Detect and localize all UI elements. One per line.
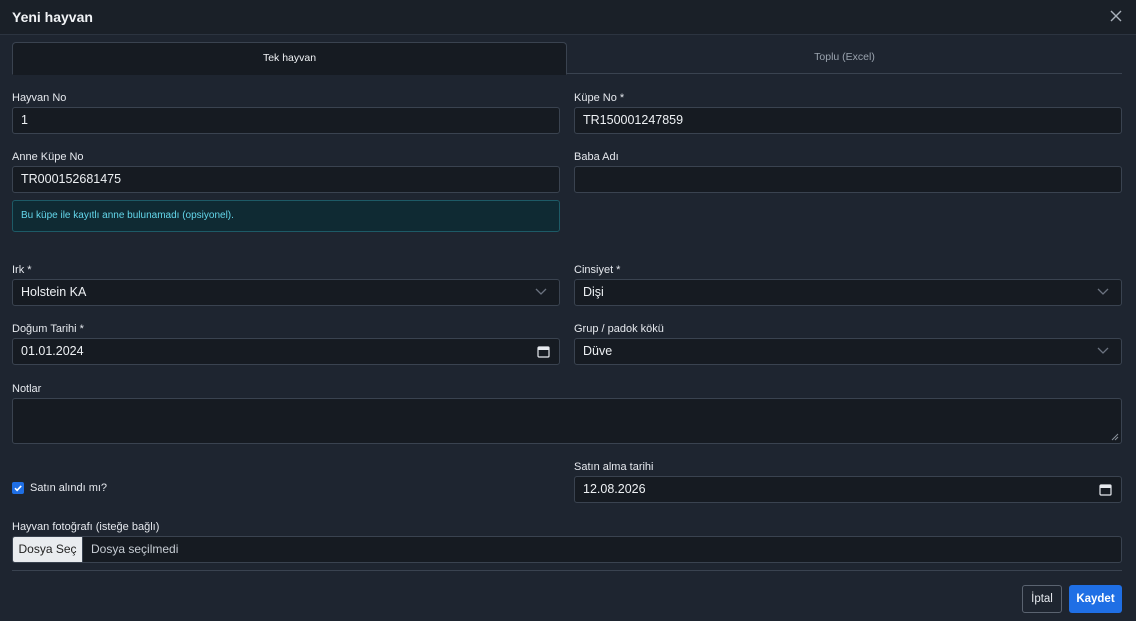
irk-label: Irk * [12,264,32,276]
satin-alindi-label[interactable]: Satın alındı mı? [30,482,107,494]
foto-file-input[interactable]: Dosya Seç Dosya seçilmedi [12,536,1122,563]
satin-alindi-checkbox[interactable] [12,482,24,494]
dogum-tarihi-value: 01.01.2024 [21,344,84,358]
hayvan-no-label: Hayvan No [12,92,67,104]
irk-select[interactable]: Holstein KA [12,279,560,306]
irk-select-value: Holstein KA [21,285,87,299]
baba-adi-input[interactable] [574,166,1122,193]
modal-header: Yeni hayvan [0,0,1136,35]
satin-alma-tarihi-label: Satın alma tarihi [574,461,654,473]
check-icon [14,485,22,492]
baba-adi-label: Baba Adı [574,151,619,163]
anne-kupe-no-label: Anne Küpe No [12,151,84,163]
choose-file-button[interactable]: Dosya Seç [13,537,83,562]
tab-bar: Tek hayvan Toplu (Excel) [12,42,1122,75]
cinsiyet-label: Cinsiyet * [574,264,621,276]
foto-label: Hayvan fotoğrafı (isteğe bağlı) [12,521,160,533]
grup-label: Grup / padok kökü [574,323,664,335]
notlar-label: Notlar [12,383,42,395]
calendar-icon[interactable] [537,345,550,358]
calendar-icon[interactable] [1099,483,1112,496]
chevron-down-icon [1097,288,1109,295]
modal-title: Yeni hayvan [12,9,93,25]
save-button[interactable]: Kaydet [1069,585,1122,613]
cinsiyet-select[interactable]: Dişi [574,279,1122,306]
chevron-down-icon [535,288,547,295]
cinsiyet-select-value: Dişi [583,285,604,299]
file-status-text: Dosya seçilmedi [91,542,179,556]
grup-select[interactable]: Düve [574,338,1122,365]
kupe-no-label: Küpe No * [574,92,625,104]
footer-divider [12,570,1122,571]
grup-select-value: Düve [583,344,613,358]
anne-kupe-no-input[interactable]: TR000152681475 [12,166,560,193]
dogum-tarihi-input[interactable]: 01.01.2024 [12,338,560,365]
resize-grip-icon[interactable] [1111,433,1119,441]
dogum-tarihi-label: Doğum Tarihi * [12,323,84,335]
cancel-button[interactable]: İptal [1022,585,1062,613]
chevron-down-icon [1097,347,1109,354]
kupe-no-input[interactable]: TR150001247859 [574,107,1122,134]
satin-alma-tarihi-input[interactable]: 12.08.2026 [574,476,1122,503]
tab-tek-hayvan[interactable]: Tek hayvan [12,42,567,75]
anne-not-found-alert: Bu küpe ile kayıtlı anne bulunamadı (ops… [12,200,560,232]
satin-alma-tarihi-value: 12.08.2026 [583,482,646,496]
close-button[interactable] [1106,6,1126,26]
hayvan-no-input[interactable]: 1 [12,107,560,134]
close-icon [1110,10,1122,22]
tab-toplu-excel[interactable]: Toplu (Excel) [567,42,1122,74]
notlar-textarea[interactable] [12,398,1122,444]
